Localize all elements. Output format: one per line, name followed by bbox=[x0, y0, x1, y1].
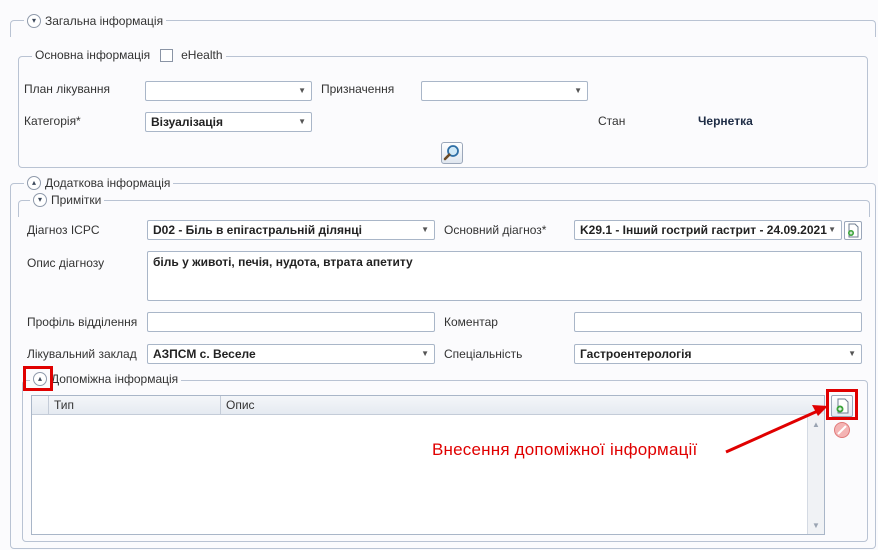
chevron-down-icon: ▼ bbox=[298, 86, 306, 95]
basic-info-title: Основна інформація bbox=[35, 48, 151, 62]
add-document-icon bbox=[848, 223, 859, 238]
general-info-title: Загальна інформація bbox=[45, 14, 164, 28]
basic-info-header: Основна інформація eHealth bbox=[32, 48, 226, 62]
ehealth-checkbox[interactable] bbox=[160, 48, 174, 62]
chevron-down-icon: ▼ bbox=[298, 117, 306, 126]
aux-info-table[interactable]: Тип Опис ▲ ▼ bbox=[31, 395, 825, 535]
diagnosis-description-textarea[interactable]: біль у животі, печія, нудота, втрата апе… bbox=[147, 251, 862, 301]
annotation-text: Внесення допоміжної інформації bbox=[432, 440, 698, 459]
notes-panel bbox=[18, 200, 870, 217]
icpc-select[interactable]: D02 - Біль в епігастральній ділянці ▼ bbox=[147, 220, 435, 240]
column-separator bbox=[220, 396, 221, 414]
open-diagnosis-button[interactable] bbox=[844, 221, 862, 240]
department-profile-label: Профіль відділення bbox=[27, 315, 138, 329]
assignment-select[interactable]: ▼ bbox=[421, 81, 588, 101]
comment-label: Коментар bbox=[444, 315, 498, 329]
facility-select[interactable]: АЗПСМ с. Веселе ▼ bbox=[147, 344, 435, 364]
aux-info-title: Допоміжна інформація bbox=[51, 372, 179, 386]
chevron-down-icon: ▼ bbox=[828, 225, 836, 234]
column-header-type[interactable]: Тип bbox=[54, 398, 74, 412]
scrollbar[interactable]: ▲ ▼ bbox=[807, 414, 824, 534]
treatment-plan-label: План лікування bbox=[24, 82, 110, 96]
additional-info-header[interactable]: ▴ Додаткова інформація bbox=[24, 176, 174, 190]
status-label: Стан bbox=[598, 114, 626, 128]
scroll-down-icon[interactable]: ▼ bbox=[812, 521, 820, 530]
chevron-down-icon: ▼ bbox=[574, 86, 582, 95]
notes-title: Примітки bbox=[51, 193, 102, 207]
diagnosis-description-label: Опис діагнозу bbox=[27, 256, 105, 270]
category-select[interactable]: Візуалізація ▼ bbox=[145, 112, 312, 132]
chevron-down-icon: ▼ bbox=[848, 349, 856, 358]
collapse-icon[interactable]: ▾ bbox=[27, 14, 41, 28]
table-header: Тип Опис bbox=[32, 396, 824, 415]
department-profile-input[interactable] bbox=[147, 312, 435, 332]
chevron-down-icon: ▼ bbox=[421, 225, 429, 234]
expand-icon[interactable]: ▴ bbox=[27, 176, 41, 190]
category-label: Категорія* bbox=[24, 114, 81, 128]
icpc-label: Діагноз ICPC bbox=[27, 223, 100, 237]
highlight-box bbox=[826, 389, 858, 420]
search-button[interactable] bbox=[441, 142, 463, 164]
delete-icon bbox=[834, 422, 850, 438]
notes-header[interactable]: ▾ Примітки bbox=[30, 193, 105, 207]
magnifier-icon bbox=[443, 145, 459, 161]
specialty-label: Спеціальність bbox=[444, 347, 523, 361]
additional-info-title: Додаткова інформація bbox=[45, 176, 171, 190]
column-separator bbox=[48, 396, 49, 414]
main-diagnosis-label: Основний діагноз* bbox=[444, 223, 547, 237]
delete-aux-info-button[interactable] bbox=[832, 420, 854, 440]
column-header-description[interactable]: Опис bbox=[226, 398, 255, 412]
specialty-select[interactable]: Гастроентерологія ▼ bbox=[574, 344, 862, 364]
main-diagnosis-select[interactable]: K29.1 - Інший гострий гастрит - 24.09.20… bbox=[574, 220, 842, 240]
general-info-header[interactable]: ▾ Загальна інформація bbox=[24, 14, 167, 28]
highlight-box bbox=[23, 366, 53, 391]
ehealth-label: eHealth bbox=[181, 48, 223, 62]
status-value: Чернетка bbox=[698, 114, 753, 128]
comment-input[interactable] bbox=[574, 312, 862, 332]
treatment-plan-select[interactable]: ▼ bbox=[145, 81, 312, 101]
assignment-label: Призначення bbox=[321, 82, 395, 96]
collapse-icon[interactable]: ▾ bbox=[33, 193, 47, 207]
chevron-down-icon: ▼ bbox=[421, 349, 429, 358]
facility-label: Лікувальний заклад bbox=[27, 347, 137, 361]
scroll-up-icon[interactable]: ▲ bbox=[812, 420, 820, 429]
